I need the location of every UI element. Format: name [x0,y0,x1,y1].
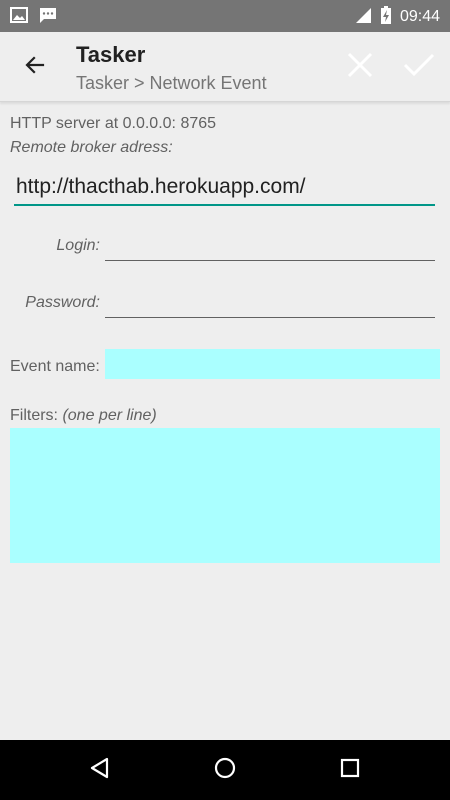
battery-charging-icon [380,5,392,29]
image-icon [10,6,28,28]
filters-hint: (one per line) [62,407,157,424]
toolbar: Tasker Tasker > Network Event [0,32,450,102]
check-icon [403,52,435,82]
toolbar-subtitle: Tasker > Network Event [76,73,267,93]
broker-label: Remote broker adress: [10,139,173,156]
nav-home-button[interactable] [210,755,240,785]
arrow-back-icon [23,53,47,81]
login-label: Login: [56,237,100,254]
server-info-text: HTTP server at 0.0.0.0: 8765 [10,115,217,132]
event-name-label: Event name: [10,358,100,375]
status-bar: 09:44 [0,0,450,32]
status-time: 09:44 [399,8,440,25]
broker-url-input[interactable] [14,170,435,206]
signal-icon [354,6,372,28]
chat-icon [38,6,58,28]
password-label: Password: [25,294,100,311]
navigation-bar [0,740,450,800]
network-event-form: HTTP server at 0.0.0.0: 8765 Remote brok… [0,102,450,740]
toolbar-title: Tasker [76,42,146,67]
recents-square-icon [339,757,361,783]
filters-label-text: Filters: [10,407,58,424]
back-button[interactable] [18,50,52,84]
filters-label: Filters: (one per line) [10,407,157,425]
home-circle-icon [213,756,237,784]
back-triangle-icon [88,756,112,784]
nav-recents-button[interactable] [335,755,365,785]
login-input[interactable] [105,231,435,261]
filters-textarea[interactable] [10,428,440,563]
password-input[interactable] [105,288,435,318]
event-name-input[interactable] [105,349,440,379]
close-icon [346,51,374,83]
confirm-button[interactable] [400,49,438,85]
nav-back-button[interactable] [85,755,115,785]
cancel-button[interactable] [342,49,378,85]
